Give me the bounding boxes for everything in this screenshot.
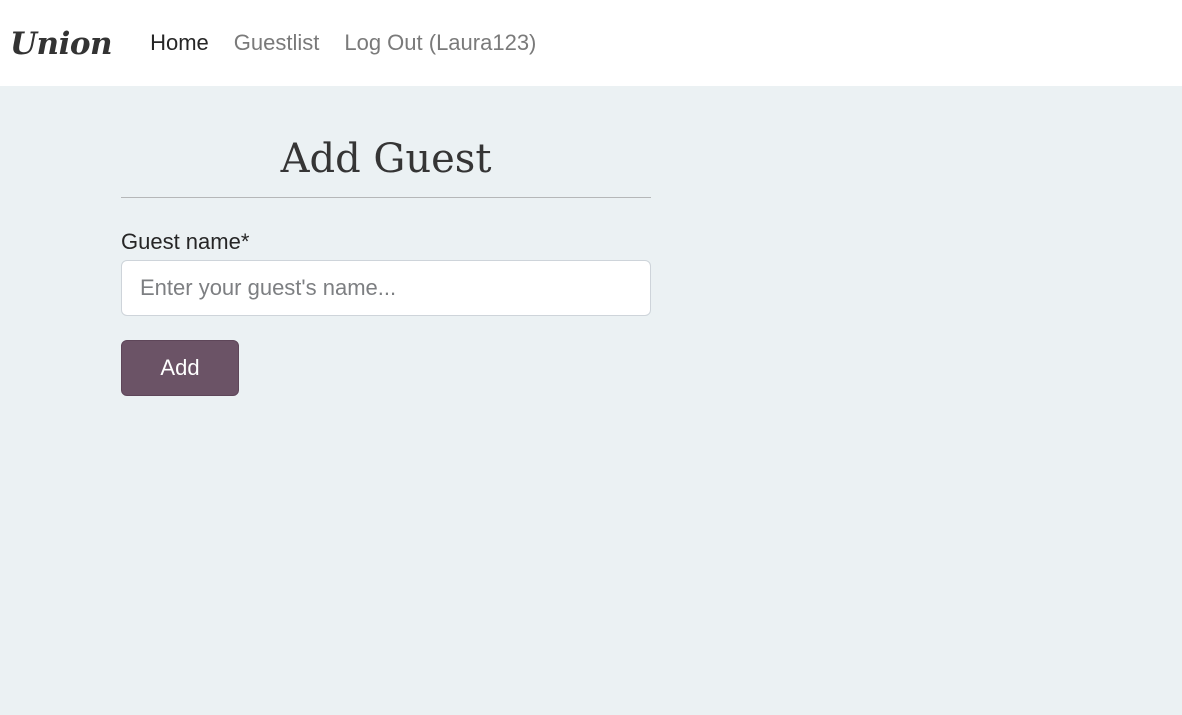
- top-navbar: Union Home Guestlist Log Out (Laura123): [0, 0, 1182, 86]
- page-title: Add Guest: [280, 136, 492, 182]
- guest-name-label: Guest name*: [121, 229, 250, 254]
- guest-name-input[interactable]: [121, 260, 651, 316]
- nav-link-guestlist[interactable]: Guestlist: [234, 30, 320, 56]
- add-guest-button[interactable]: Add: [121, 340, 239, 396]
- title-divider: [121, 197, 651, 198]
- add-guest-form-container: Add Guest Guest name* Add: [121, 86, 651, 396]
- brand-logo[interactable]: Union: [10, 26, 113, 62]
- nav-link-logout[interactable]: Log Out (Laura123): [344, 30, 536, 56]
- nav-link-home[interactable]: Home: [150, 30, 209, 56]
- add-guest-form: Guest name* Add: [121, 228, 651, 396]
